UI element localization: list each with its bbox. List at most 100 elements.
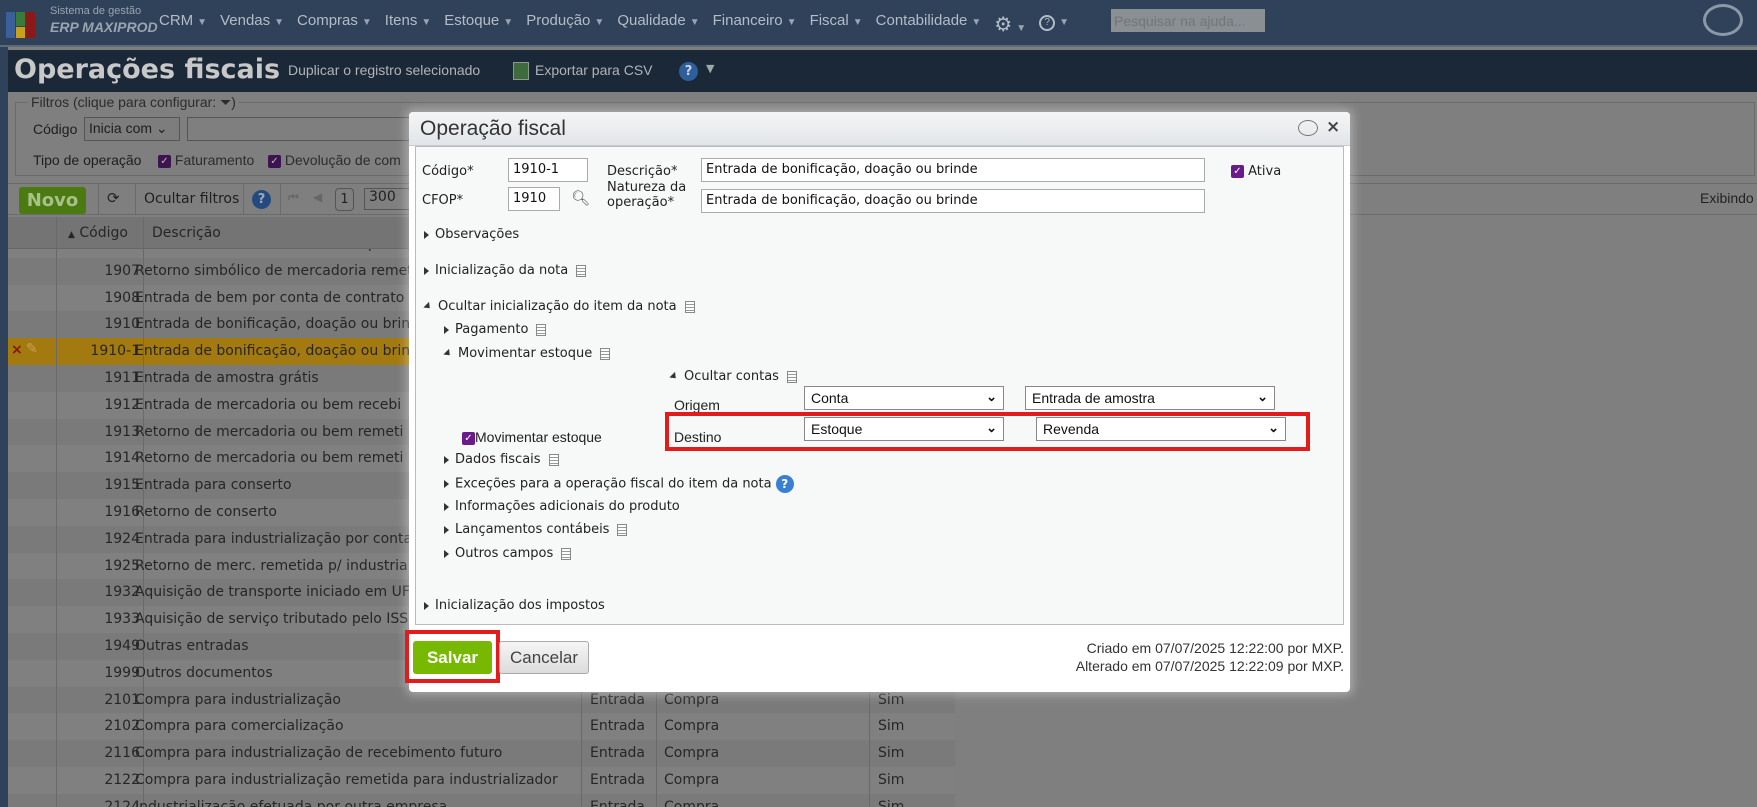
menu-fiscal[interactable]: Fiscal ▼ — [810, 12, 863, 37]
origem-label: Origem — [674, 397, 720, 413]
cell-codigo: 1913 — [104, 423, 140, 440]
column-header-codigo[interactable]: ▲ Código — [68, 225, 128, 241]
chevron-down-icon: ⌄ — [986, 389, 997, 404]
destino-value-select[interactable]: Revenda ⌄ — [1036, 417, 1286, 441]
first-page-icon[interactable]: ⏮ — [288, 190, 299, 205]
column-header-descricao[interactable]: Descrição — [152, 225, 221, 241]
caret-down-icon[interactable]: ▼ — [706, 62, 714, 75]
checkbox-checked-icon: ✓ — [158, 154, 171, 168]
dialog-header[interactable]: Operação fiscal × — [409, 112, 1350, 146]
codigo-mode-select[interactable]: Inicia com ⌄ — [84, 117, 180, 141]
cell-descricao: Entrada para conserto — [135, 477, 292, 494]
codigo-filter-input[interactable] — [187, 117, 417, 141]
help-icon[interactable]: ? — [679, 62, 698, 81]
menu-qualidade[interactable]: Qualidade ▼ — [617, 12, 699, 37]
tipo-faturamento-checkbox[interactable]: ✓ Faturamento — [158, 152, 254, 168]
section-observacoes[interactable]: Observações — [424, 227, 519, 242]
logo-icon[interactable] — [6, 8, 46, 40]
caret-down-icon: ▼ — [786, 17, 797, 28]
help-icon[interactable]: ? — [775, 475, 794, 493]
section-excecoes[interactable]: Exceções para a operação fiscal do item … — [444, 475, 794, 493]
duplicate-record-link[interactable]: Duplicar o registro selecionado — [288, 62, 480, 78]
section-impostos[interactable]: Inicialização dos impostos — [424, 598, 605, 613]
settings-menu[interactable]: ⚙ ▼ — [994, 12, 1026, 37]
hide-filters-button[interactable]: Ocultar filtros — [144, 191, 239, 207]
codigo-filter-label: Código — [33, 121, 78, 137]
section-item-nota[interactable]: Ocultar inicialização do item da nota — [423, 299, 695, 314]
section-inicializacao-nota[interactable]: Inicialização da nota — [424, 263, 587, 278]
sort-asc-icon: ▲ — [68, 230, 75, 240]
close-icon[interactable]: × — [1326, 117, 1340, 137]
chevron-down-icon: ⌄ — [155, 120, 168, 136]
tipo-devolucao-checkbox[interactable]: ✓ Devolução de com — [268, 152, 401, 168]
codigo-input[interactable]: 1910-1 — [508, 158, 588, 182]
menu-contabilidade[interactable]: Contabilidade ▼ — [876, 12, 982, 37]
page-number-input[interactable]: 1 — [335, 188, 354, 211]
table-row[interactable]: 2102 Compra para comercialização Entrada Co… — [8, 713, 955, 741]
cell-codigo: 1915 — [104, 477, 140, 494]
section-ocultar-contas[interactable]: Ocultar contas — [669, 369, 797, 384]
menu-crm[interactable]: CRM ▼ — [159, 12, 207, 37]
menu-compras[interactable]: Compras ▼ — [297, 12, 372, 37]
table-row[interactable]: 2122 Compra para industrialização remetid… — [8, 767, 955, 794]
refresh-icon[interactable]: ⟳ — [107, 189, 120, 207]
menu-itens[interactable]: Itens ▼ — [385, 12, 431, 37]
section-movimentar-estoque[interactable]: Movimentar estoque — [443, 346, 611, 361]
filter-icon: ⏷ — [220, 94, 232, 110]
expand-icon — [444, 480, 449, 488]
cell-codigo: 1910 — [104, 316, 140, 333]
origem-type-select[interactable]: Conta ⌄ — [804, 386, 1004, 410]
section-info-adicionais[interactable]: Informações adicionais do produto — [444, 499, 680, 514]
menu-producao[interactable]: Produção ▼ — [526, 12, 604, 37]
menu-vendas[interactable]: Vendas ▼ — [220, 12, 284, 37]
cell-descricao: Outros documentos — [135, 664, 273, 681]
document-icon — [617, 523, 628, 536]
menu-estoque[interactable]: Estoque ▼ — [444, 12, 513, 37]
natureza-input[interactable]: Entrada de bonificação, doação ou brinde — [701, 189, 1205, 213]
divider — [98, 184, 99, 215]
section-outros-campos[interactable]: Outros campos — [444, 546, 572, 561]
new-button[interactable]: Novo — [19, 187, 86, 214]
section-lancamentos[interactable]: Lançamentos contábeis — [444, 522, 628, 537]
table-row[interactable]: 2116 Compra para industrialização de rece… — [8, 740, 955, 768]
export-csv-link[interactable]: Exportar para CSV — [535, 62, 653, 78]
help-search-input[interactable] — [1111, 9, 1265, 32]
menu-financeiro[interactable]: Financeiro ▼ — [713, 12, 797, 37]
cancel-button[interactable]: Cancelar — [499, 641, 589, 674]
help-circle-icon: ? — [1039, 15, 1056, 31]
help-icon[interactable]: ? — [252, 190, 271, 209]
help-menu[interactable]: ? ▼ — [1039, 12, 1069, 37]
caret-down-icon: ▼ — [274, 17, 285, 28]
section-dados-fiscais[interactable]: Dados fiscais — [444, 452, 559, 467]
delete-icon[interactable]: × — [11, 342, 23, 358]
chat-bubble-icon[interactable] — [1298, 120, 1318, 136]
search-icon[interactable]: 🔍︎ — [571, 189, 590, 207]
movimentar-estoque-checkbox[interactable]: ✓ Movimentar estoque — [462, 429, 602, 445]
cell-codigo: 2101 — [104, 691, 140, 708]
chat-bubble-icon[interactable] — [1703, 4, 1743, 36]
cell-grupo: Compra — [664, 798, 720, 807]
caret-down-icon: ▼ — [852, 17, 863, 28]
edit-pencil-icon[interactable]: ✎ — [26, 341, 38, 357]
page-size-input[interactable]: 300 — [364, 188, 414, 210]
filters-legend[interactable]: Filtros (clique para configurar: ⏷) — [28, 94, 239, 111]
destino-label: Destino — [674, 429, 722, 445]
destino-type-select[interactable]: Estoque ⌄ — [804, 417, 1004, 441]
created-timestamp: Criado em 07/07/2025 12:22:00 por MXP. — [1086, 640, 1344, 656]
cell-codigo: 1907 — [104, 262, 140, 279]
cell-descricao: Entrada de amostra grátis — [135, 370, 319, 386]
collapse-icon — [443, 348, 453, 359]
section-pagamento[interactable]: Pagamento — [444, 322, 547, 337]
cell-descricao: Compra para industrialização de recebime… — [135, 745, 503, 762]
save-button[interactable]: Salvar — [413, 641, 492, 674]
cfop-input[interactable]: 1910 — [508, 187, 560, 211]
descricao-input[interactable]: Entrada de bonificação, doação ou brinde — [701, 158, 1205, 182]
cell-codigo: 1914 — [104, 450, 140, 467]
table-row[interactable]: 2124 Industrialização efetuada por outra … — [8, 793, 955, 807]
cell-tipo: Entrada — [590, 772, 646, 788]
cell-codigo: 1949 — [104, 638, 140, 654]
prev-page-icon[interactable]: ◀ — [313, 190, 322, 204]
ativa-checkbox[interactable]: ✓ Ativa — [1231, 164, 1281, 179]
cell-descricao: Entrada de bonificação, doação ou brin — [135, 316, 411, 333]
origem-value-select[interactable]: Entrada de amostra ⌄ — [1025, 386, 1275, 410]
